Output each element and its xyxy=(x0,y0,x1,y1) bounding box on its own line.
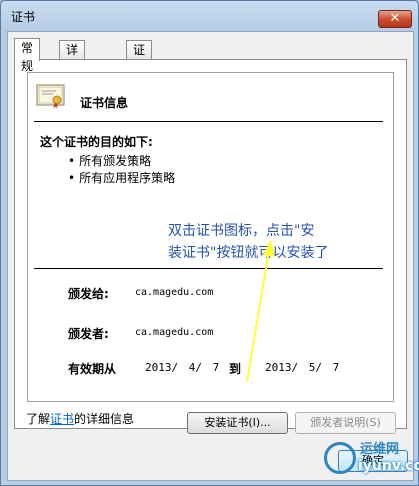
valid-to-label: 到 xyxy=(229,362,242,376)
list-item: 所有颁发策略 xyxy=(68,153,175,170)
watermark-cn: 运维网 xyxy=(360,442,400,457)
annotation-line-1: 双击证书图标，点击"安 xyxy=(168,223,315,239)
learn-more-suffix: 的详细信息 xyxy=(74,412,135,426)
learn-more-prefix: 了解 xyxy=(26,412,51,426)
certificate-icon[interactable] xyxy=(36,83,66,109)
install-certificate-button[interactable]: 安装证书(I)... xyxy=(187,412,288,434)
list-item: 所有应用程序策略 xyxy=(68,170,175,187)
annotation-text: 双击证书图标，点击"安 装证书"按钮就可以安装了 xyxy=(168,220,378,264)
tab-general[interactable]: 常规 xyxy=(14,38,41,73)
title-bar[interactable]: 证书 ✕ xyxy=(1,1,418,31)
watermark-logo: 运维网 iyunv.com xyxy=(316,436,419,482)
close-button[interactable]: ✕ xyxy=(378,10,412,28)
divider xyxy=(34,121,383,122)
general-tab-panel: 证书信息 这个证书的目的如下: 所有颁发策略 所有应用程序策略 双击证书图标，点… xyxy=(14,59,407,434)
dialog-client-area: 常规 详细信息 证书路径 证书信息 这个证书的目的如下: 所有颁发策略 xyxy=(7,31,414,481)
divider xyxy=(34,268,383,269)
certificate-info-title: 证书信息 xyxy=(80,96,129,110)
watermark-ring-icon xyxy=(324,442,356,474)
issued-to-label: 颁发给: xyxy=(68,287,109,301)
watermark-en: iyunv.com xyxy=(358,458,419,474)
issuer-statement-button[interactable]: 颁发者说明(S) xyxy=(295,412,396,434)
purpose-list: 所有颁发策略 所有应用程序策略 xyxy=(68,153,175,187)
learn-more-text: 了解证书的详细信息 xyxy=(26,410,134,427)
issued-by-label: 颁发者: xyxy=(68,327,109,341)
certificate-window: 证书 ✕ 常规 详细信息 证书路径 证书信息 这个证书的目的如下: xyxy=(0,0,419,486)
tab-certification-path[interactable]: 证书路径 xyxy=(126,40,153,111)
certificate-info-box: 证书信息 这个证书的目的如下: 所有颁发策略 所有应用程序策略 双击证书图标，点… xyxy=(27,72,394,402)
valid-from-label: 有效期从 xyxy=(68,362,117,376)
issued-by-value: ca.magedu.com xyxy=(135,327,214,338)
valid-from-date: 2013/ 4/ 7 xyxy=(145,361,220,374)
issued-to-value: ca.magedu.com xyxy=(135,287,214,298)
valid-to-date: 2013/ 5/ 7 xyxy=(265,361,340,374)
purpose-heading: 这个证书的目的如下: xyxy=(40,135,153,149)
tab-details[interactable]: 详细信息 xyxy=(59,40,86,111)
certificate-help-link[interactable]: 证书 xyxy=(50,412,74,426)
annotation-line-2: 装证书"按钮就可以安装了 xyxy=(168,245,329,261)
window-title: 证书 xyxy=(11,10,36,24)
